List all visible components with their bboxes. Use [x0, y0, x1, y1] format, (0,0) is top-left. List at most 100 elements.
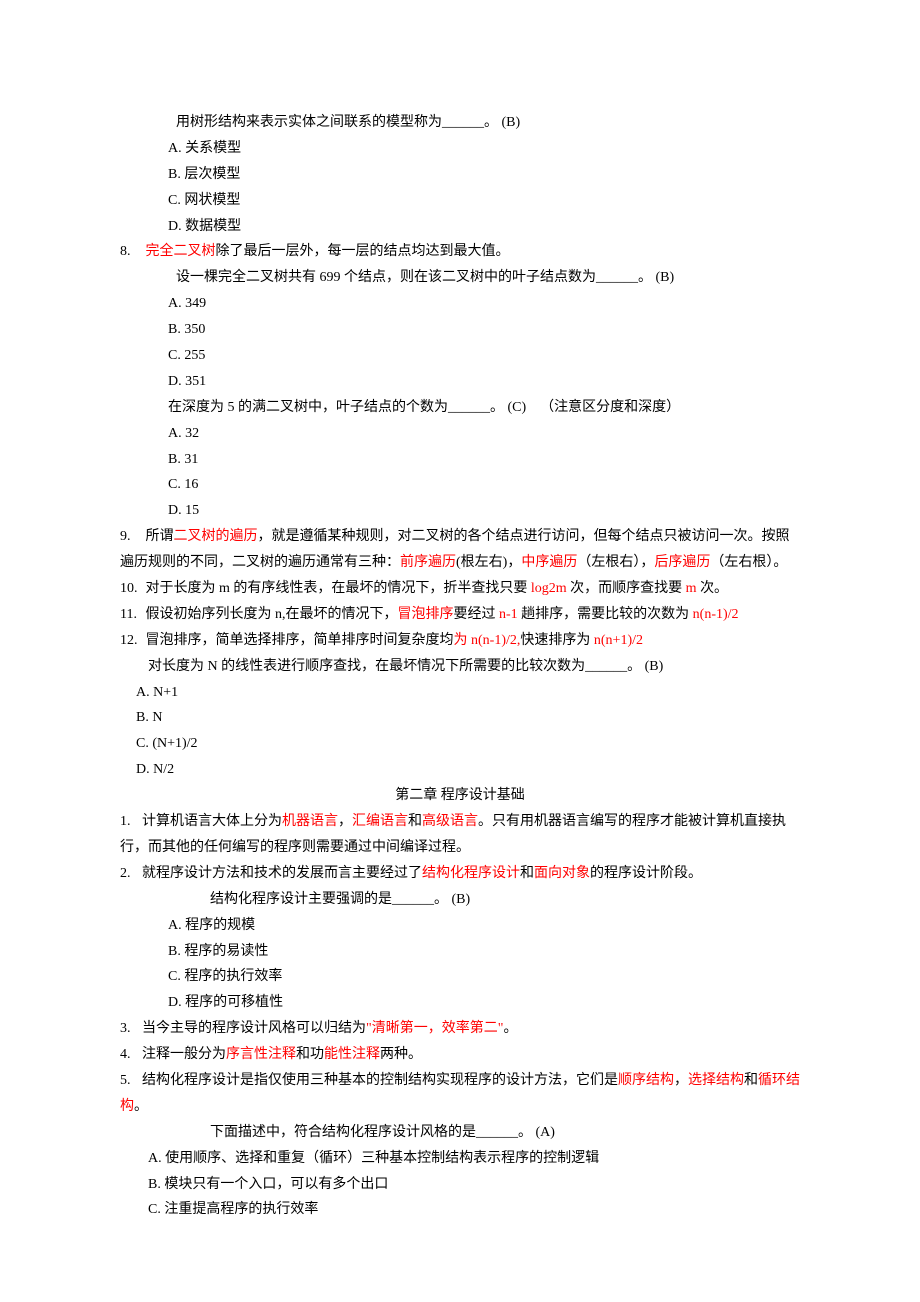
c2q5-sub-ans: (A): [536, 1125, 555, 1140]
q10-t3: 次。: [697, 581, 729, 596]
q12-a: A. N+1: [120, 680, 800, 706]
q8s1-b: B. 350: [120, 317, 800, 343]
c2q1: 1.计算机语言大体上分为机器语言，汇编语言和高级语言。只有用机器语言编写的程序才…: [120, 809, 800, 861]
c2q2-r2: 面向对象: [534, 866, 590, 881]
q12-d: D. N/2: [120, 757, 800, 783]
q7-opt-b: B. 层次模型: [120, 162, 800, 188]
q7-sub-ans: (B): [502, 115, 521, 130]
c2q5-t1: 结构化程序设计是指仅使用三种基本的控制结构实现程序的设计方法，它们是: [142, 1073, 618, 1088]
c2q1-r2: 汇编语言: [352, 814, 408, 829]
q8s2-c: C. 16: [120, 472, 800, 498]
q12: 12. 冒泡排序，简单选择排序，简单排序时间复杂度均为 n(n-1)/2,快速排…: [120, 628, 800, 654]
q8-sub2-ans: (C): [508, 400, 527, 415]
c2q5-sub: 下面描述中，符合结构化程序设计风格的是______。 (A): [120, 1120, 800, 1146]
c2q3: 3.当今主导的程序设计风格可以归结为"清晰第一，效率第二"。: [120, 1016, 800, 1042]
q11-num: 11.: [120, 602, 142, 628]
q9-num: 9.: [120, 524, 142, 550]
c2q1-num: 1.: [120, 809, 142, 835]
q10-num: 10.: [120, 576, 142, 602]
c2q5-num: 5.: [120, 1068, 142, 1094]
c2q1-t3: 和: [408, 814, 422, 829]
q9-t4: （左根右），: [577, 555, 654, 570]
c2q2-num: 2.: [120, 861, 142, 887]
c2q2-t3: 的程序设计阶段。: [590, 866, 702, 881]
q9-r2: 前序遍历: [400, 555, 456, 570]
c2q2-c: C. 程序的执行效率: [120, 964, 800, 990]
q10-r2: m: [686, 581, 697, 596]
c2q4-r1: 序言性注释: [226, 1047, 296, 1062]
q8-sub1-text: 设一棵完全二叉树共有 699 个结点，则在该二叉树中的叶子结点数为______。: [176, 270, 652, 285]
c2q5-r2: 选择结构: [688, 1073, 744, 1088]
q8s2-b: B. 31: [120, 447, 800, 473]
c2q5-a: A. 使用顺序、选择和重复（循环）三种基本控制结构表示程序的控制逻辑: [120, 1146, 800, 1172]
c2q1-t2: ，: [338, 814, 352, 829]
c2q2-sub-ans: (B): [452, 892, 471, 907]
q12-num: 12.: [120, 628, 142, 654]
c2q4: 4.注释一般分为序言性注释和功能性注释两种。: [120, 1042, 800, 1068]
c2q2-t1: 就程序设计方法和技术的发展而言主要经过了: [142, 866, 422, 881]
c2q5-t3: 和: [744, 1073, 758, 1088]
c2q3-r1: "清晰第一，效率第二": [366, 1021, 503, 1036]
q11-t1: 假设初始序列长度为 n,在最坏的情况下，: [146, 607, 398, 622]
q8-sub2-note: （注意区分度和深度）: [540, 400, 680, 415]
q8-sub2-text: 在深度为 5 的满二叉树中，叶子结点的个数为______。: [168, 400, 504, 415]
q8-term: 完全二叉树: [146, 244, 216, 259]
c2q2: 2.就程序设计方法和技术的发展而言主要经过了结构化程序设计和面向对象的程序设计阶…: [120, 861, 800, 887]
q8s1-d: D. 351: [120, 369, 800, 395]
q10: 10. 对于长度为 m 的有序线性表，在最坏的情况下，折半查找只要 log2m …: [120, 576, 800, 602]
c2q2-sub-t: 结构化程序设计主要强调的是______。: [210, 892, 448, 907]
q8s2-d: D. 15: [120, 498, 800, 524]
q12-sub: 对长度为 N 的线性表进行顺序查找，在最坏情况下所需要的比较次数为______。…: [120, 654, 800, 680]
c2q5-t2: ，: [674, 1073, 688, 1088]
c2q4-t2: 和功: [296, 1047, 324, 1062]
c2q1-t1: 计算机语言大体上分为: [142, 814, 282, 829]
c2q2-sub: 结构化程序设计主要强调的是______。 (B): [120, 887, 800, 913]
q8s1-c: C. 255: [120, 343, 800, 369]
q12-r2: n(n+1)/2: [594, 633, 643, 648]
q9-r4: 后序遍历: [654, 555, 710, 570]
q9-r3: 中序遍历: [521, 555, 577, 570]
q10-t2: 次，而顺序查找要: [567, 581, 686, 596]
c2q5: 5.结构化程序设计是指仅使用三种基本的控制结构实现程序的设计方法，它们是顺序结构…: [120, 1068, 800, 1120]
c2q3-num: 3.: [120, 1016, 142, 1042]
q11-t2: 要经过: [454, 607, 500, 622]
q10-r1: log2m: [531, 581, 567, 596]
c2q2-t2: 和: [520, 866, 534, 881]
c2q5-t4: 。: [134, 1099, 148, 1114]
q8-sub1-stem: 设一棵完全二叉树共有 699 个结点，则在该二叉树中的叶子结点数为______。…: [120, 265, 800, 291]
c2q4-t3: 两种。: [380, 1047, 422, 1062]
q9-t3: (根左右)，: [456, 555, 521, 570]
q8-sub1-ans: (B): [656, 270, 675, 285]
q7-opt-d: D. 数据模型: [120, 214, 800, 240]
c2q3-t2: 。: [503, 1021, 517, 1036]
q11-t3: 趟排序，需要比较的次数为: [518, 607, 693, 622]
c2q2-r1: 结构化程序设计: [422, 866, 520, 881]
c2q4-num: 4.: [120, 1042, 142, 1068]
q8s2-a: A. 32: [120, 421, 800, 447]
c2q1-r3: 高级语言: [422, 814, 478, 829]
q12-t2: 快速排序为: [520, 633, 594, 648]
c2q3-t1: 当今主导的程序设计风格可以归结为: [142, 1021, 366, 1036]
q11-r2: n-1: [499, 607, 518, 622]
q10-t1: 对于长度为 m 的有序线性表，在最坏的情况下，折半查找只要: [146, 581, 531, 596]
q11-r1: 冒泡排序: [398, 607, 454, 622]
q7-sub-stem: 用树形结构来表示实体之间联系的模型称为______。 (B): [120, 110, 800, 136]
c2q4-t1: 注释一般分为: [142, 1047, 226, 1062]
q9-t5: （左右根）。: [710, 555, 787, 570]
q7-opt-c: C. 网状模型: [120, 188, 800, 214]
q12-b: B. N: [120, 705, 800, 731]
c2q5-c: C. 注重提高程序的执行效率: [120, 1197, 800, 1223]
q9-r1: 二叉树的遍历: [174, 529, 258, 544]
q8-sub2-stem: 在深度为 5 的满二叉树中，叶子结点的个数为______。 (C) （注意区分度…: [120, 395, 800, 421]
q7-sub-stem-text: 用树形结构来表示实体之间联系的模型称为______。: [176, 115, 498, 130]
q12-r1: 为 n(n-1)/2,: [454, 633, 521, 648]
q8-stem: 8. 完全二叉树除了最后一层外，每一层的结点均达到最大值。: [120, 239, 800, 265]
q8-rest: 除了最后一层外，每一层的结点均达到最大值。: [216, 244, 510, 259]
q8-num: 8.: [120, 239, 142, 265]
c2q2-b: B. 程序的易读性: [120, 939, 800, 965]
c2q2-d: D. 程序的可移植性: [120, 990, 800, 1016]
q11-r3: n(n-1)/2: [693, 607, 739, 622]
q7-opt-a: A. 关系模型: [120, 136, 800, 162]
c2q2-a: A. 程序的规模: [120, 913, 800, 939]
q12-t1: 冒泡排序，简单选择排序，简单排序时间复杂度均: [146, 633, 454, 648]
